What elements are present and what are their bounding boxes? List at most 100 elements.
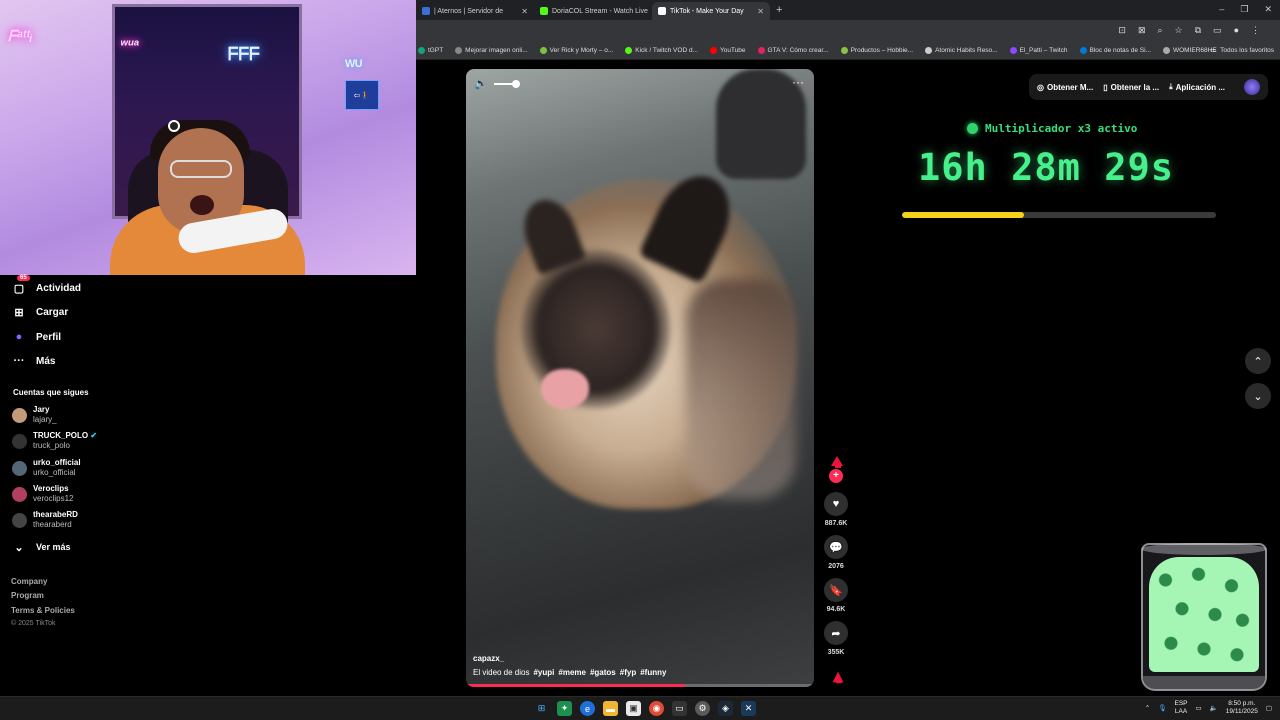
browser-tab[interactable]: DoriaCOL Stream - Watch Live✕ — [534, 2, 652, 20]
tab-close-icon[interactable]: ✕ — [757, 7, 764, 16]
top-action-item[interactable]: ◎ Obtener M... — [1037, 83, 1093, 92]
volume-slider[interactable] — [493, 79, 520, 88]
nav-profile[interactable]: ● Perfil — [12, 330, 61, 344]
bookmark-item[interactable]: Kick / Twitch VOD d... — [625, 47, 698, 54]
sidebar-icon[interactable]: ▭ — [1213, 25, 1222, 36]
volume-tray-icon[interactable]: 🔈 — [1210, 704, 1218, 712]
share-action[interactable]: ➦ 355K — [821, 621, 851, 656]
bookmark-item[interactable]: YouTube — [709, 47, 746, 54]
lang-top: ESP — [1174, 700, 1188, 707]
bookmark-item[interactable]: Ver Rick y Morty – o... — [539, 47, 613, 54]
app-icon-green[interactable]: ✦ — [557, 701, 572, 716]
volume-control[interactable]: 🔈 — [474, 77, 520, 90]
network-icon[interactable]: ▭ — [1196, 704, 1202, 712]
hashtag-link[interactable]: #fyp — [620, 668, 636, 677]
nav-more[interactable]: ··· Más — [12, 354, 56, 368]
footer-terms[interactable]: Terms & Policies — [11, 606, 75, 615]
volume-icon[interactable]: 🔈 — [474, 77, 488, 90]
clock[interactable]: 8:50 p.m. 19/11/2025 — [1226, 700, 1258, 716]
save-action[interactable]: 🔖 94.6K — [821, 578, 851, 613]
following-account[interactable]: thearabeRD thearaberd — [12, 510, 78, 530]
maximize-button[interactable]: ❐ — [1240, 4, 1248, 15]
menu-icon[interactable]: ⋮ — [1251, 25, 1260, 36]
bookmark-item[interactable]: Atomic Habits Reso... — [925, 47, 998, 54]
left-sidebar: ▢ 65 Actividad ⊞ Cargar ● Perfil ··· Más… — [0, 275, 416, 695]
microphone-icon[interactable]: 🎙 — [1158, 704, 1166, 712]
minimize-button[interactable]: – — [1219, 4, 1224, 15]
store-icon[interactable]: ▣ — [626, 701, 641, 716]
bookmark-item[interactable]: WOMIER68HE — [1162, 47, 1217, 54]
profile-avatar-icon[interactable]: ● — [1234, 25, 1239, 36]
translate-icon[interactable]: ⊠ — [1138, 25, 1146, 36]
following-account[interactable]: Veroclips veroclips12 — [12, 484, 73, 504]
comment-action[interactable]: 💬 2076 — [821, 535, 851, 570]
language-indicator[interactable]: ESP LAA — [1175, 700, 1188, 716]
browser-tab[interactable]: | Aternos | Servidor de ✕ — [416, 2, 534, 20]
video-author[interactable]: capazx_ — [473, 654, 504, 663]
follow-button[interactable]: + — [829, 469, 843, 483]
video-player[interactable]: 🔈 ··· capazx_ El video de dios #yupi #mem… — [466, 69, 814, 687]
volume-knob[interactable] — [511, 79, 520, 88]
video-progress-bar[interactable] — [466, 684, 814, 687]
hashtag-link[interactable]: #meme — [558, 668, 586, 677]
tray-overflow-icon[interactable]: ⌃ — [1145, 704, 1150, 712]
upload-icon: ⊞ — [14, 306, 24, 319]
footer-company[interactable]: Company — [11, 577, 47, 586]
following-account[interactable]: TRUCK_POLO ✔ truck_polo — [12, 431, 97, 451]
zoom-icon[interactable]: ⌕ — [1157, 25, 1162, 36]
following-account[interactable]: Jary lajary_ — [12, 405, 57, 425]
bookmark-item[interactable]: Productos – Hobbie... — [840, 47, 913, 54]
footer-program[interactable]: Program — [11, 591, 44, 600]
next-video-button[interactable]: ⌄ — [1245, 383, 1271, 409]
steam-icon[interactable]: ◈ — [718, 701, 733, 716]
following-account[interactable]: urko_official urko_official — [12, 458, 81, 478]
account-username: lajary_ — [33, 415, 57, 424]
file-explorer-icon[interactable]: ▬ — [603, 701, 618, 716]
start-icon[interactable]: ⊞ — [534, 701, 549, 716]
hashtag-link[interactable]: #gatos — [590, 668, 616, 677]
bookmark-item[interactable]: tGPT — [418, 47, 443, 54]
previous-video-button[interactable]: ⌃ — [1245, 348, 1271, 374]
edge-icon[interactable]: e — [580, 701, 595, 716]
bookmark-item[interactable]: El_Patti – Twitch — [1009, 47, 1068, 54]
close-window-button[interactable]: ✕ — [1264, 4, 1272, 15]
tab-close-icon[interactable]: ✕ — [521, 7, 528, 16]
hashtag-link[interactable]: #yupi — [533, 668, 554, 677]
bookmark-item[interactable]: Mejorar imagen onli... — [455, 47, 528, 54]
bookmark-label: Kick / Twitch VOD d... — [635, 47, 698, 54]
hashtag-link[interactable]: #funny — [640, 668, 666, 677]
star-icon[interactable]: ☆ — [1175, 25, 1183, 36]
neon-sign-left: ᖴᵃᵗᵗᵢ — [8, 28, 33, 45]
nav-activity[interactable]: ▢ 65 Actividad — [12, 275, 81, 295]
bookmark-icon[interactable]: 🔖 — [824, 578, 848, 602]
comment-icon[interactable]: 💬 — [824, 535, 848, 559]
bookmark-item[interactable]: GTA V: Cómo crear... — [757, 47, 829, 54]
chrome-icon[interactable]: ◉ — [649, 701, 664, 716]
like-action[interactable]: ♥ 887.6K — [821, 492, 851, 527]
more-icon: ··· — [13, 355, 25, 367]
see-more-button[interactable]: ⌄ Ver más — [12, 540, 70, 554]
nav-upload[interactable]: ⊞ Cargar — [12, 305, 68, 319]
clock-date: 19/11/2025 — [1225, 708, 1258, 715]
notifications-icon[interactable]: ▢ — [1266, 704, 1272, 712]
extensions-icon[interactable]: ⧉ — [1195, 25, 1201, 36]
user-avatar[interactable] — [1244, 79, 1260, 95]
download-icon: ⤓ — [1169, 82, 1173, 91]
heart-icon[interactable]: ♥ — [824, 492, 848, 516]
settings-icon[interactable]: ⚙ — [695, 701, 710, 716]
avatar — [12, 407, 27, 423]
browser-tab[interactable]: TikTok - Make Your Day ✕ — [652, 2, 770, 20]
new-tab-button[interactable]: + — [770, 4, 788, 16]
video-more-button[interactable]: ··· — [792, 75, 804, 89]
share-icon[interactable]: ➦ — [824, 621, 848, 645]
account-name: Veroclips — [33, 484, 69, 493]
terminal-icon[interactable]: ▭ — [672, 701, 687, 716]
install-app-icon[interactable]: ⊡ — [1118, 25, 1126, 36]
music-disc-icon[interactable] — [829, 668, 847, 686]
top-action-item[interactable]: ▯ Obtener la ... — [1103, 83, 1159, 92]
share-count: 355K — [827, 649, 845, 656]
capcut-icon[interactable]: ✕ — [741, 701, 756, 716]
top-action-item[interactable]: ⤓ Aplicación ... — [1169, 82, 1225, 92]
bookmark-item[interactable]: Bloc de notas de Si... — [1079, 47, 1151, 54]
all-bookmarks[interactable]: ▭ Todos los favoritos — [1210, 46, 1274, 55]
